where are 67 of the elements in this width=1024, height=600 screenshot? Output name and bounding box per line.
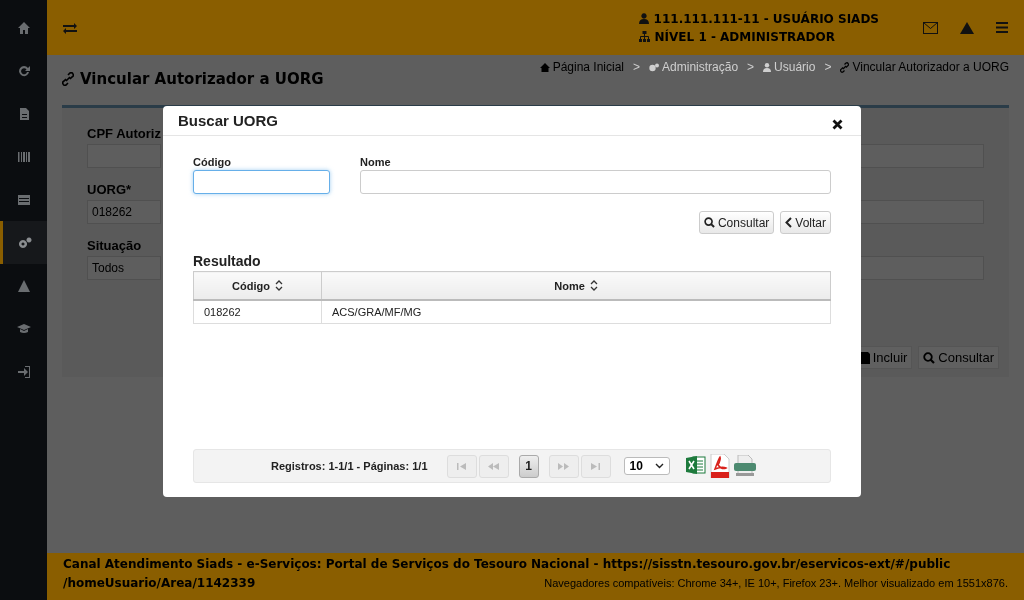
- table-cell: ACS/GRA/MF/MG: [321, 300, 831, 324]
- chevron-left-icon: [785, 217, 793, 228]
- envelope-icon[interactable]: [923, 21, 938, 34]
- section-title: Resultado: [193, 253, 262, 269]
- page-button[interactable]: 1: [518, 454, 539, 478]
- link-icon: [62, 72, 74, 86]
- field-label: Situação: [87, 238, 143, 253]
- breadcrumb-separator: >: [633, 60, 641, 74]
- warning-icon[interactable]: [960, 21, 974, 34]
- user-icon: [763, 62, 772, 72]
- input-field[interactable]: 018262: [87, 200, 161, 224]
- gears-icon: [649, 62, 660, 72]
- breadcrumb-link[interactable]: Página Inicial: [552, 60, 625, 74]
- spreadsheet-icon[interactable]: [685, 455, 706, 477]
- page-title: Vincular Autorizador a UORG: [80, 70, 324, 88]
- sidebar-item[interactable]: [0, 221, 47, 264]
- user-icon: [638, 13, 649, 24]
- input-field[interactable]: [859, 200, 984, 224]
- field-label: Nome: [360, 156, 392, 168]
- dialog-button[interactable]: Consultar: [698, 211, 775, 234]
- action-button[interactable]: Consultar: [918, 346, 999, 369]
- breadcrumb-separator: >: [747, 60, 755, 74]
- dialog-button[interactable]: Voltar: [780, 211, 831, 234]
- pdf-icon[interactable]: [709, 454, 730, 478]
- caret-icon: [654, 463, 664, 469]
- sort-icon[interactable]: [589, 280, 598, 291]
- footer-text: Canal Atendimento Siads - e-Serviços: Portal de Serviços do Tesouro Nacional - https://sisstn.tesouro.gov.br/eservicos-ext/#/public: [63, 557, 952, 571]
- refresh-icon: [16, 63, 31, 78]
- table-cell: 018262: [193, 300, 322, 324]
- input-field[interactable]: Todos: [87, 256, 161, 280]
- field-label: UORG*: [87, 182, 133, 197]
- page-size-select[interactable]: 10: [623, 457, 670, 475]
- column-header[interactable]: Nome: [554, 279, 585, 292]
- gears-icon: [18, 235, 32, 250]
- previous-page-icon: [488, 462, 499, 470]
- last-page-icon: [591, 462, 600, 470]
- dialog-title: Buscar UORG: [178, 112, 279, 129]
- breadcrumb-separator: >: [824, 60, 832, 74]
- sign-in-icon: [16, 364, 31, 379]
- field-label: CPF Autoriz: [87, 126, 162, 141]
- search-icon: [703, 217, 715, 228]
- hierarchy-icon: [638, 31, 650, 42]
- search-icon: [923, 351, 936, 364]
- column-header[interactable]: Código: [232, 279, 270, 292]
- menu-icon[interactable]: [996, 22, 1008, 33]
- link-icon: [840, 61, 850, 73]
- graduation-cap-icon: [16, 321, 31, 336]
- swap-icon[interactable]: [63, 21, 77, 34]
- barcode-icon: [16, 149, 31, 164]
- home-icon: [539, 62, 550, 72]
- user-level: NÍVEL 1 - ADMINISTRADOR: [654, 29, 835, 44]
- first-page-icon: [457, 462, 466, 470]
- breadcrumb-link[interactable]: Vincular Autorizador a UORG: [852, 60, 1009, 74]
- browser-note: Navegadores compatíveis: Chrome 34+, IE 10+, Firefox 23+. Melhor visualizado em 1551x876.: [544, 577, 1008, 589]
- next-page-icon: [558, 462, 569, 470]
- user-name: 111.111.111-11 - USUÁRIO SIADS: [653, 11, 879, 26]
- warning-icon: [16, 278, 31, 293]
- home-icon: [16, 20, 31, 35]
- sort-icon[interactable]: [274, 280, 283, 291]
- input-field[interactable]: [859, 256, 984, 280]
- list-icon: [16, 192, 31, 207]
- input-field[interactable]: [193, 170, 330, 194]
- footer-text: /homeUsuario/Area/1142339: [63, 576, 256, 590]
- input-field[interactable]: [859, 144, 984, 168]
- pagination-summary: Registros: 1-1/1 - Páginas: 1/1: [271, 460, 428, 472]
- field-label: Código: [193, 156, 232, 168]
- close-icon[interactable]: [832, 119, 843, 130]
